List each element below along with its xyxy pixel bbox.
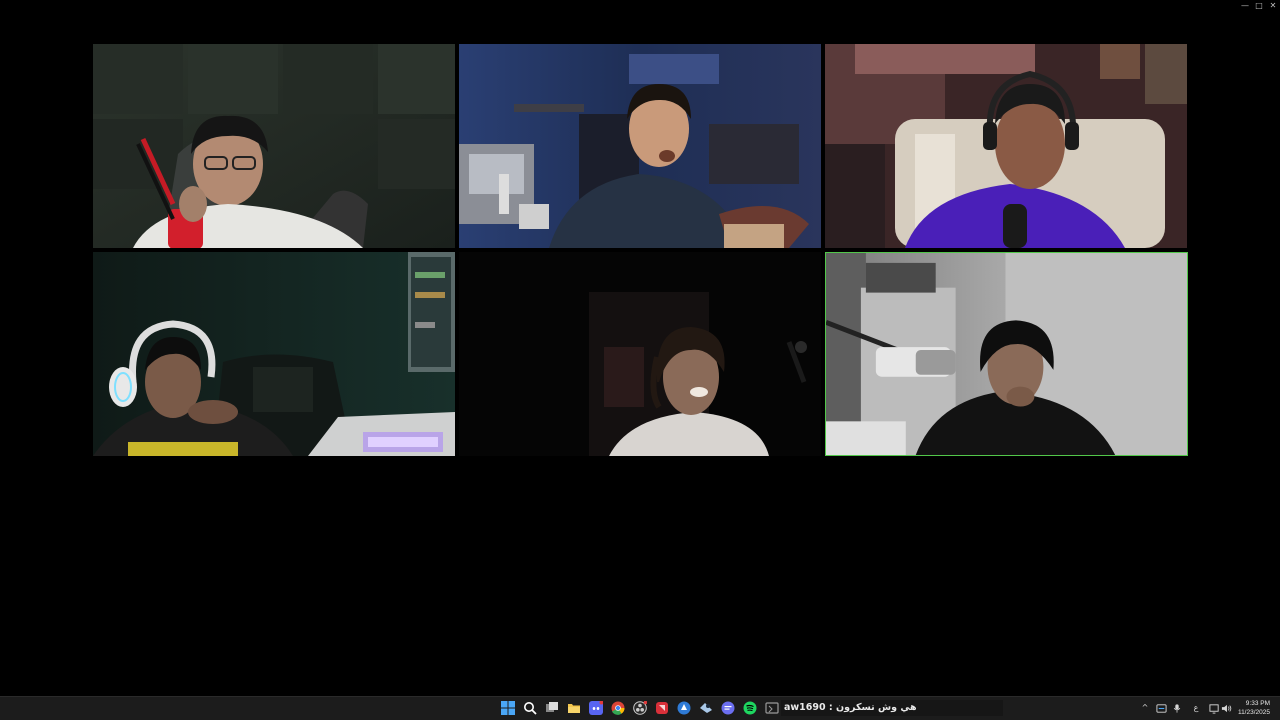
app-window: — □ ✕ aw1690: هي وش تسكرون ^ ع 9:33 PM … (0, 0, 1280, 720)
taskbar: aw1690 : هي وش تسكرون ^ ع 9:33 PM 11/23/… (0, 696, 1280, 720)
obs-icon[interactable] (632, 700, 648, 716)
video-tile-p1[interactable] (93, 44, 455, 248)
clock-time: 9:33 PM (1245, 700, 1270, 707)
participant-video-p2 (459, 44, 821, 248)
sync-icon[interactable] (1155, 701, 1167, 715)
search-icon[interactable] (522, 700, 538, 716)
language-indicator[interactable]: ع (1190, 701, 1202, 715)
terminal-icon[interactable] (764, 700, 780, 716)
minimize-button[interactable]: — (1238, 0, 1252, 12)
now-playing-text[interactable]: aw1690 : هي وش تسكرون (781, 700, 1003, 716)
task-view-icon[interactable] (544, 700, 560, 716)
file-explorer-icon[interactable] (566, 700, 582, 716)
show-hidden-icons-button[interactable]: ^ (1139, 701, 1151, 715)
video-tile-p5[interactable] (459, 252, 821, 456)
chrome-icon[interactable] (610, 700, 626, 716)
system-clock[interactable]: 9:33 PM 11/23/2025 (1230, 699, 1270, 717)
video-tile-p4[interactable] (93, 252, 455, 456)
maximize-button[interactable]: □ (1252, 0, 1266, 12)
participant-video-p6 (826, 253, 1187, 455)
participant-video-p5 (459, 252, 821, 456)
blue-app-icon[interactable] (676, 700, 692, 716)
microphone-icon[interactable] (1171, 701, 1183, 715)
chat-app-icon[interactable] (720, 700, 736, 716)
steam-icon[interactable] (698, 700, 714, 716)
spotify-icon[interactable] (742, 700, 758, 716)
video-tile-p2[interactable] (459, 44, 821, 248)
clock-date: 11/23/2025 (1237, 709, 1270, 716)
network-icon[interactable] (1208, 701, 1220, 715)
window-controls: — □ ✕ (1238, 0, 1280, 12)
discord-icon[interactable] (588, 700, 604, 716)
participant-video-p4 (93, 252, 455, 456)
participant-video-p3 (825, 44, 1187, 248)
close-button[interactable]: ✕ (1266, 0, 1280, 12)
video-tile-p6[interactable] (825, 252, 1188, 456)
participant-video-p1 (93, 44, 455, 248)
windows-start-icon[interactable] (500, 700, 516, 716)
video-tile-p3[interactable] (825, 44, 1187, 248)
red-app-icon[interactable] (654, 700, 670, 716)
